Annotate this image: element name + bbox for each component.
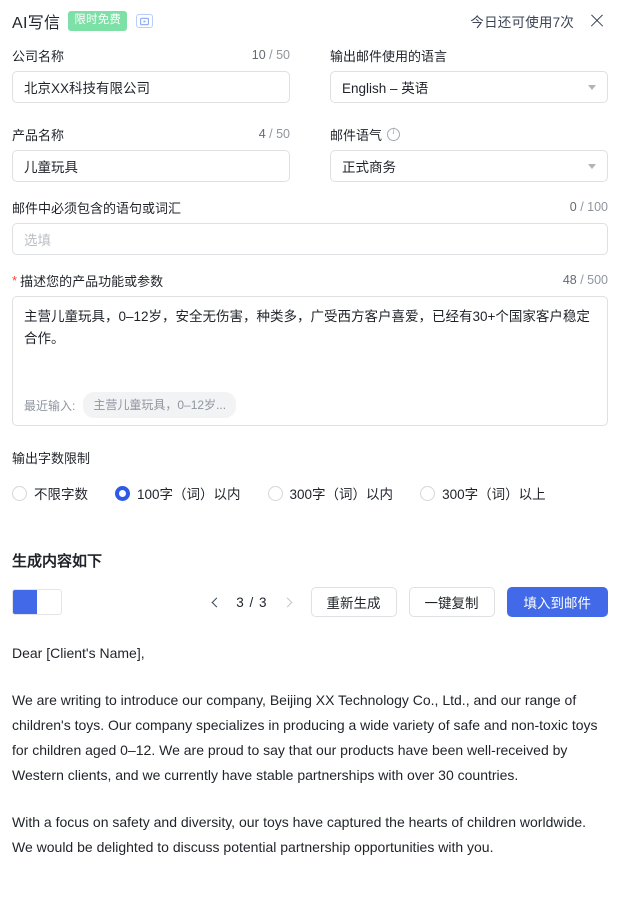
panel-header: AI写信 限时免费 今日还可使用7次 xyxy=(12,0,608,38)
recent-input-label: 最近输入: xyxy=(24,398,76,413)
view-toggle[interactable] xyxy=(12,589,62,615)
fill-to-email-button[interactable]: 填入到邮件 xyxy=(506,587,608,617)
result-pager: 3 / 3 xyxy=(205,591,298,613)
field-company: 公司名称 10 / 50 北京XX科技有限公司 xyxy=(12,38,290,103)
language-label-row: 输出邮件使用的语言 xyxy=(330,44,608,66)
description-counter: 48 / 500 xyxy=(562,273,608,287)
page-title: AI写信 xyxy=(12,15,61,32)
regenerate-button[interactable]: 重新生成 xyxy=(310,587,397,617)
field-description: * 描述您的产品功能或参数 48 / 500 主营儿童玩具，0–12岁，安全无伤… xyxy=(12,269,608,426)
company-label: 公司名称 xyxy=(12,48,65,64)
radio-label: 100字（词）以内 xyxy=(137,487,241,502)
copy-button[interactable]: 一键复制 xyxy=(408,587,495,617)
toggle-left-segment[interactable] xyxy=(13,590,37,614)
result-toolbar: 3 / 3 重新生成 一键复制 填入到邮件 xyxy=(12,587,608,617)
radio-dot xyxy=(420,485,436,501)
language-select-value: English – 英语 xyxy=(342,81,429,96)
chevron-left-icon[interactable] xyxy=(205,591,227,613)
word-limit-radio-group: 不限字数 100字（词）以内 300字（词）以内 300字（词）以上 xyxy=(12,483,608,503)
tone-label: 邮件语气 xyxy=(330,127,383,143)
letter-paragraph: We are writing to introduce our company,… xyxy=(12,692,598,783)
radio-label: 300字（词）以上 xyxy=(442,487,546,502)
form-row-2: 产品名称 4 / 50 儿童玩具 邮件语气 正式商务 xyxy=(12,117,608,182)
company-input-value: 北京XX科技有限公司 xyxy=(24,81,151,96)
tone-select[interactable]: 正式商务 xyxy=(330,150,608,182)
quota-text: 今日还可使用7次 xyxy=(470,15,574,30)
chevron-down-icon xyxy=(588,84,596,90)
chevron-down-icon xyxy=(588,163,596,169)
product-input-value: 儿童玩具 xyxy=(24,160,78,175)
field-language: 输出邮件使用的语言 English – 英语 xyxy=(330,38,608,103)
keywords-label: 邮件中必须包含的语句或词汇 xyxy=(12,200,182,216)
ai-writer-panel: AI写信 限时免费 今日还可使用7次 公司名称 10 / 50 北京XX科技有限… xyxy=(0,0,620,920)
field-tone: 邮件语气 正式商务 xyxy=(330,117,608,182)
company-counter: 10 / 50 xyxy=(251,48,290,62)
radio-over-300[interactable]: 300字（词）以上 xyxy=(420,483,546,503)
free-trial-badge: 限时免费 xyxy=(68,10,128,32)
letter-paragraph: Dear [Client's Name], xyxy=(12,645,145,661)
letter-paragraph: With a focus on safety and diversity, ou… xyxy=(12,814,587,855)
language-label: 输出邮件使用的语言 xyxy=(330,48,448,64)
result-title: 生成内容如下 xyxy=(12,553,103,570)
word-limit-label: 输出字数限制 xyxy=(12,451,91,466)
radio-unlimited[interactable]: 不限字数 xyxy=(12,483,88,503)
language-select[interactable]: English – 英语 xyxy=(330,71,608,103)
radio-under-300[interactable]: 300字（词）以内 xyxy=(267,483,394,503)
product-counter: 4 / 50 xyxy=(258,127,290,141)
pager-text: 3 / 3 xyxy=(236,594,268,610)
radio-label: 不限字数 xyxy=(34,487,88,502)
product-label: 产品名称 xyxy=(12,127,65,143)
keywords-label-row: 邮件中必须包含的语句或词汇 0 / 100 xyxy=(12,196,608,218)
tone-label-row: 邮件语气 xyxy=(330,123,608,145)
company-label-row: 公司名称 10 / 50 xyxy=(12,44,290,66)
radio-dot xyxy=(267,485,283,501)
radio-dot xyxy=(12,485,27,501)
keywords-counter: 0 / 100 xyxy=(569,200,608,214)
keywords-placeholder: 选填 xyxy=(24,233,51,248)
radio-dot-selected xyxy=(115,485,130,501)
description-label: 描述您的产品功能或参数 xyxy=(20,273,164,289)
product-input[interactable]: 儿童玩具 xyxy=(12,150,290,182)
company-input[interactable]: 北京XX科技有限公司 xyxy=(12,71,290,103)
chevron-right-icon[interactable] xyxy=(277,591,299,613)
description-label-row: * 描述您的产品功能或参数 48 / 500 xyxy=(12,269,608,291)
description-textarea[interactable]: 主营儿童玩具，0–12岁，安全无伤害，种类多，广受西方客户喜爱，已经有30+个国… xyxy=(12,296,608,426)
keywords-input[interactable]: 选填 xyxy=(12,223,608,255)
product-label-row: 产品名称 4 / 50 xyxy=(12,123,290,145)
form-row-1: 公司名称 10 / 50 北京XX科技有限公司 输出邮件使用的语言 Englis… xyxy=(12,38,608,103)
recent-input-row: 最近输入: 主营儿童玩具，0–12岁... xyxy=(24,392,237,418)
description-value: 主营儿童玩具，0–12岁，安全无伤害，种类多，广受西方客户喜爱，已经有30+个国… xyxy=(24,309,590,346)
required-mark: * xyxy=(12,272,18,288)
generated-letter: Dear [Client's Name], We are writing to … xyxy=(12,641,608,860)
info-icon[interactable] xyxy=(387,126,401,141)
radio-label: 300字（词）以内 xyxy=(289,487,394,502)
toggle-right-segment[interactable] xyxy=(37,590,61,614)
tone-select-value: 正式商务 xyxy=(342,160,396,175)
field-product: 产品名称 4 / 50 儿童玩具 xyxy=(12,117,290,182)
recent-input-chip[interactable]: 主营儿童玩具，0–12岁... xyxy=(83,392,237,418)
radio-under-100[interactable]: 100字（词）以内 xyxy=(115,483,241,503)
video-play-icon[interactable] xyxy=(136,14,154,28)
close-icon[interactable] xyxy=(588,12,606,30)
field-keywords: 邮件中必须包含的语句或词汇 0 / 100 选填 xyxy=(12,196,608,255)
